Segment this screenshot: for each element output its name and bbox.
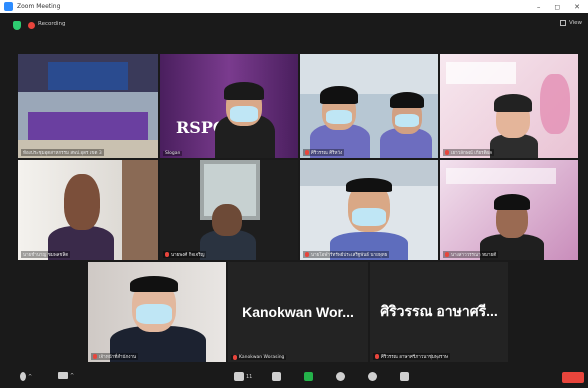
- camera-icon: [58, 372, 68, 379]
- video-tile[interactable]: นายพงศ์ กิจเจริญ: [160, 160, 298, 260]
- window-title: Zoom Meeting: [17, 3, 61, 10]
- minimize-button[interactable]: –: [537, 3, 541, 11]
- participants-button[interactable]: 11: [234, 372, 252, 381]
- mic-muted-icon: [445, 150, 449, 155]
- chat-button[interactable]: [272, 372, 281, 381]
- participants-icon: [234, 372, 244, 381]
- mic-muted-icon: [305, 150, 309, 155]
- participant-name: นายชำนาญ ชมพลชลิต: [21, 251, 71, 258]
- chevron-up-icon[interactable]: ^: [70, 373, 74, 379]
- view-label: View: [568, 20, 582, 26]
- chevron-up-icon[interactable]: ^: [28, 374, 32, 380]
- window-titlebar: Zoom Meeting – ◻ ✕: [0, 0, 588, 13]
- participants-count: 11: [246, 373, 253, 380]
- participant-name: ศิริวรรณ ศิริหวัง: [303, 149, 345, 156]
- meeting-topbar: Recording View: [0, 13, 588, 41]
- record-button[interactable]: [336, 372, 345, 381]
- mic-muted-icon: [305, 252, 309, 257]
- participant-name: เจ้าหน้าที่สำนักงาน: [91, 353, 139, 360]
- participant-name: Slogan: [163, 151, 183, 156]
- video-tile[interactable]: เยาวลักษณ์ เกียรติผล: [440, 54, 578, 158]
- zoom-logo-icon: [4, 2, 13, 11]
- video-tile-no-video[interactable]: ศิริวรรณ อาษาศรี... ศิริวรรณ อาษาศรีภาวน…: [370, 262, 508, 362]
- share-screen-button[interactable]: [304, 372, 313, 381]
- participant-name: นางสาววรรณา หมายดี: [443, 251, 499, 258]
- mic-icon: [20, 372, 26, 381]
- recording-icon: [28, 22, 35, 29]
- security-shield-icon[interactable]: [13, 21, 21, 30]
- participant-display-name: ศิริวรรณ อาษาศรี...: [380, 303, 498, 319]
- video-tile[interactable]: RSPOCAU Slogan: [160, 54, 298, 158]
- video-tile[interactable]: ห้องประชุมอุตสาหกรรม สพป.อุดร เขต 3: [18, 54, 158, 158]
- record-icon: [336, 372, 345, 381]
- video-tile[interactable]: ศิริวรรณ ศิริหวัง: [300, 54, 438, 158]
- mic-muted-icon: [445, 252, 449, 257]
- video-tile[interactable]: นางสาววรรณา หมายดี: [440, 160, 578, 260]
- meeting-toolbar: ^ ^ 11: [0, 368, 588, 388]
- participant-name: ศิริวรรณ อาษาศรีภาวนาชุ่มพุงราษ: [373, 353, 450, 360]
- apps-icon: [400, 372, 409, 381]
- participant-name: นายพงศ์ กิจเจริญ: [163, 251, 207, 258]
- recording-label: Recording: [38, 21, 66, 27]
- participant-display-name: Kanokwan Wor...: [242, 304, 354, 320]
- mic-muted-icon: [375, 354, 379, 359]
- video-tile[interactable]: นายโอฬาร์ทรัพย์ประเสริฐพันธ์ นายพุทธ: [300, 160, 438, 260]
- mic-muted-icon: [233, 355, 237, 360]
- mute-button[interactable]: ^: [20, 372, 32, 381]
- participant-name: เยาวลักษณ์ เกียรติผล: [443, 149, 494, 156]
- apps-button[interactable]: [400, 372, 409, 381]
- video-tile-no-video[interactable]: Kanokwan Wor... Kanokwan Worasing: [228, 262, 368, 362]
- reactions-icon: [368, 372, 377, 381]
- video-tile-active-speaker[interactable]: นายชำนาญ ชมพลชลิต: [18, 160, 158, 260]
- share-screen-icon: [304, 372, 313, 381]
- mic-muted-icon: [93, 354, 97, 359]
- end-meeting-button[interactable]: [562, 372, 584, 383]
- chat-icon: [272, 372, 281, 381]
- participant-name: Kanokwan Worasing: [231, 355, 287, 360]
- video-button[interactable]: ^: [58, 372, 74, 379]
- reactions-button[interactable]: [368, 372, 377, 381]
- participant-name: ห้องประชุมอุตสาหกรรม สพป.อุดร เขต 3: [21, 149, 104, 156]
- maximize-button[interactable]: ◻: [554, 3, 560, 11]
- window-controls: – ◻ ✕: [537, 3, 580, 11]
- participant-name: นายโอฬาร์ทรัพย์ประเสริฐพันธ์ นายพุทธ: [303, 251, 390, 258]
- view-button[interactable]: View: [559, 20, 582, 26]
- close-button[interactable]: ✕: [574, 3, 580, 11]
- video-tile[interactable]: เจ้าหน้าที่สำนักงาน: [88, 262, 226, 362]
- grid-icon: [559, 20, 566, 26]
- mic-muted-icon: [165, 252, 169, 257]
